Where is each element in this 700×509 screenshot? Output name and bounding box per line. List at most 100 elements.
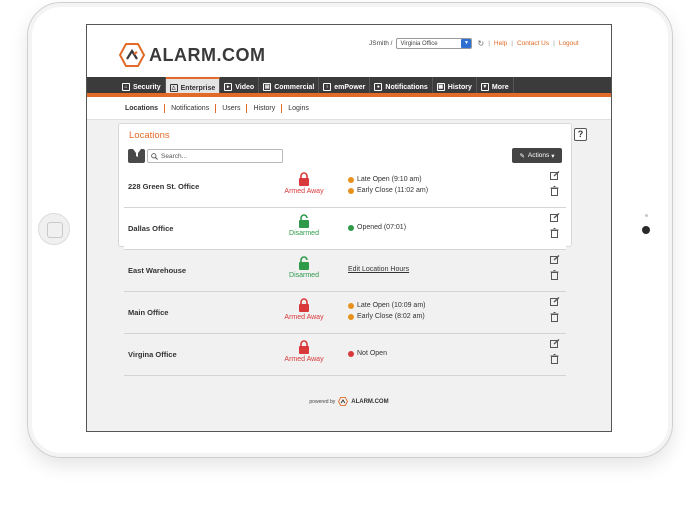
trash-icon[interactable] xyxy=(550,228,559,238)
caret-down-icon: ▾ xyxy=(551,152,555,160)
status-label: Armed Away xyxy=(284,314,324,321)
event-text: Early Close (11:02 am) xyxy=(357,187,429,194)
sensor-dot xyxy=(645,214,648,217)
edit-icon[interactable] xyxy=(550,297,560,306)
logout-link[interactable]: Logout xyxy=(559,40,579,47)
lock-open-icon xyxy=(299,256,309,270)
search-input[interactable]: Search... xyxy=(147,149,283,163)
events: Late Open (9:10 am) Early Close (11:02 a… xyxy=(348,174,428,196)
wrench-icon: ✎ xyxy=(519,152,525,160)
events: Not Open xyxy=(348,348,387,359)
location-row[interactable]: Virgina Office Armed Away Not Open xyxy=(124,334,566,376)
tab-label: History xyxy=(447,83,472,91)
events: Late Open (10:09 am) Early Close (8:02 a… xyxy=(348,300,426,322)
refresh-icon[interactable]: ↻ xyxy=(477,39,484,48)
location-row[interactable]: Dallas Office Disarmed Opened (07:01) xyxy=(124,208,566,250)
filter-button[interactable] xyxy=(128,149,145,163)
caret-down-icon: ▼ xyxy=(480,83,489,91)
location-row[interactable]: Main Office Armed Away Late Open (10:09 … xyxy=(124,292,566,334)
subnav: Locations Notifications Users History Lo… xyxy=(87,97,611,120)
home-icon: ⌂ xyxy=(122,83,130,91)
search-icon xyxy=(151,152,158,160)
warning-icon xyxy=(348,187,354,194)
location-select[interactable]: Virginia Office ▼ xyxy=(396,38,473,49)
lock-closed-icon xyxy=(299,172,309,186)
subnav-locations[interactable]: Locations xyxy=(125,104,166,113)
edit-icon[interactable] xyxy=(550,171,560,180)
brand-logo[interactable]: ALARM.COM xyxy=(119,43,265,67)
edit-icon[interactable] xyxy=(550,213,560,222)
subnav-notifications[interactable]: Notifications xyxy=(165,104,217,113)
edit-hours-link[interactable]: Edit Location Hours xyxy=(348,266,409,273)
tab-label: Security xyxy=(133,83,161,91)
building-icon: ▤ xyxy=(263,83,272,91)
select-arrow-icon: ▼ xyxy=(461,39,472,48)
filter-icon xyxy=(132,149,141,157)
location-row[interactable]: East Warehouse Disarmed Edit Location Ho… xyxy=(124,250,566,292)
armed-status: Armed Away xyxy=(272,172,336,195)
status-label: Armed Away xyxy=(284,188,324,195)
user-area: JSmith / Virginia Office ▼ ↻ | Help | Co… xyxy=(369,38,579,49)
actions-button[interactable]: ✎ Actions ▾ xyxy=(512,148,562,163)
footer-logo-icon xyxy=(338,397,349,406)
divider: | xyxy=(553,40,555,47)
warning-icon xyxy=(348,313,354,320)
trash-icon[interactable] xyxy=(550,270,559,280)
footer: powered by ALARM.COM xyxy=(87,397,611,406)
event-text: Opened (07:01) xyxy=(357,224,407,231)
location-select-value: Virginia Office xyxy=(400,40,438,47)
tab-label: Commercial xyxy=(274,83,315,91)
armed-status: Armed Away xyxy=(272,340,336,363)
trash-icon[interactable] xyxy=(550,354,559,364)
video-icon: ▸ xyxy=(224,83,233,91)
bulb-icon: ♀ xyxy=(323,83,332,91)
row-tools xyxy=(550,171,562,202)
panel-title: Locations xyxy=(129,130,170,141)
contact-link[interactable]: Contact Us xyxy=(517,40,549,47)
event-text: Late Open (9:10 am) xyxy=(357,176,422,183)
home-button[interactable] xyxy=(38,213,70,245)
edit-icon[interactable] xyxy=(550,339,560,348)
lock-closed-icon xyxy=(299,298,309,312)
ok-icon xyxy=(348,224,354,231)
alert-icon xyxy=(348,350,354,357)
event-text: Late Open (10:09 am) xyxy=(357,302,426,309)
footer-logo-text: ALARM.COM xyxy=(351,398,389,405)
subnav-users[interactable]: Users xyxy=(216,104,248,113)
camera-dot xyxy=(642,226,650,234)
divider: | xyxy=(511,40,513,47)
powered-by-text: powered by xyxy=(309,398,336,405)
edit-icon[interactable] xyxy=(550,255,560,264)
subnav-logins[interactable]: Logins xyxy=(282,104,315,113)
location-name: Virgina Office xyxy=(128,350,177,359)
row-tools xyxy=(550,339,562,370)
calendar-icon: ▦ xyxy=(436,83,445,91)
tab-label: Enterprise xyxy=(180,84,216,92)
warning-icon xyxy=(348,302,354,309)
lock-open-icon xyxy=(299,214,309,228)
help-button[interactable]: ? xyxy=(574,128,587,141)
tab-label: More xyxy=(491,83,509,91)
locations-list: 228 Green St. Office Armed Away Late Ope… xyxy=(124,166,566,376)
user-name: JSmith / xyxy=(369,40,393,47)
armed-status: Disarmed xyxy=(272,214,336,237)
status-label: Disarmed xyxy=(289,272,319,279)
events: Opened (07:01) xyxy=(348,222,406,233)
location-name: East Warehouse xyxy=(128,266,187,275)
search-placeholder: Search... xyxy=(161,152,188,160)
row-tools xyxy=(550,213,562,244)
armed-status: Armed Away xyxy=(272,298,336,321)
row-tools xyxy=(550,255,562,286)
tab-label: Notifications xyxy=(385,83,428,91)
logo-text: ALARM.COM xyxy=(149,44,266,65)
trash-icon[interactable] xyxy=(550,312,559,322)
location-row[interactable]: 228 Green St. Office Armed Away Late Ope… xyxy=(124,166,566,208)
subnav-history[interactable]: History xyxy=(247,104,283,113)
help-link[interactable]: Help xyxy=(494,40,507,47)
actions-label: Actions xyxy=(527,152,550,159)
trash-icon[interactable] xyxy=(550,186,559,196)
event-text: Early Close (8:02 am) xyxy=(357,313,425,320)
divider: | xyxy=(488,40,490,47)
enterprise-icon: △ xyxy=(169,84,178,92)
status-label: Disarmed xyxy=(289,230,319,237)
